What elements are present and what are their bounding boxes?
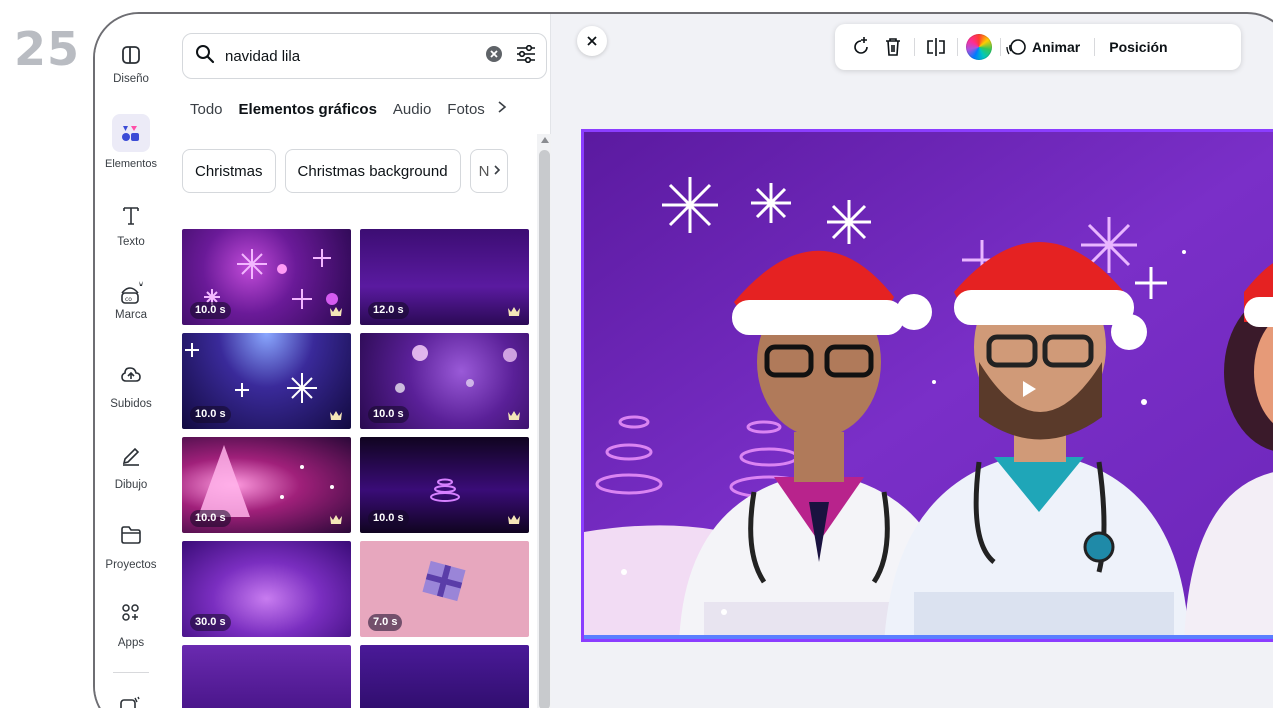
result-thumbnail[interactable] [182,645,351,708]
tab-fotos[interactable]: Fotos [447,101,485,118]
shapes-icon [112,114,150,152]
rail-item-apps[interactable]: Apps [95,598,167,649]
replace-icon[interactable] [848,34,874,60]
crown-icon [508,411,520,420]
elements-panel: Todo Elementos gráficos Audio Fotos Chri… [167,14,551,708]
duration-badge: 12.0 s [368,302,409,319]
folder-icon [116,520,146,550]
crown-icon [330,515,342,524]
toolbar-divider [1000,38,1001,56]
brand-icon: co [116,277,146,307]
toolbar-divider [914,38,915,56]
duration-badge: 10.0 s [190,510,231,527]
duration-badge: 10.0 s [368,510,409,527]
rail-label: Elementos [105,158,157,170]
tab-elementos-graficos[interactable]: Elementos gráficos [239,101,377,118]
video-progress-bar [584,635,1273,639]
chip-partial-label: N [478,162,490,180]
flip-icon[interactable] [923,34,949,60]
duration-badge: 30.0 s [190,614,231,631]
toolbar-divider [957,38,958,56]
result-thumbnail[interactable]: 12.0 s [360,229,529,325]
crown-icon [508,307,520,316]
duration-badge: 10.0 s [190,302,231,319]
chip-christmas-background[interactable]: Christmas background [284,149,461,193]
scroll-up-arrow-icon[interactable] [540,136,550,144]
animate-label: Animar [1032,39,1081,55]
duration-badge: 10.0 s [368,406,409,423]
left-rail: Diseño Elementos Texto co Marca Subidos … [95,14,167,708]
result-thumbnail[interactable]: 30.0 s [182,541,351,637]
trash-icon[interactable] [880,34,906,60]
result-thumbnail[interactable]: 10.0 s [182,229,351,325]
rail-item-elementos[interactable]: Elementos [95,114,167,170]
rail-label: Proyectos [105,559,157,571]
search-icon [195,44,215,69]
rail-item-texto[interactable]: Texto [95,200,167,248]
play-icon[interactable] [1014,377,1044,401]
close-icon [587,36,597,46]
tab-todo[interactable]: Todo [190,101,223,118]
text-icon [116,200,146,230]
duration-badge: 7.0 s [368,614,403,631]
rail-divider [113,672,149,673]
result-thumbnail[interactable]: 10.0 s [360,333,529,429]
color-picker-icon[interactable] [966,34,992,60]
position-button[interactable]: Posición [1109,39,1167,55]
svg-text:co: co [125,296,132,303]
animate-button[interactable]: Animar [1006,37,1080,57]
pen-icon [116,440,146,470]
suggestion-chips: Christmas Christmas background N [182,149,517,193]
result-thumbnail[interactable]: 10.0 s [360,437,529,533]
apps-icon [116,598,146,628]
filter-sliders-icon[interactable] [516,44,536,68]
rail-label: Subidos [110,398,152,410]
doctors-christmas-illustration [584,132,1273,639]
result-thumbnail[interactable] [360,645,529,708]
rail-label: Texto [117,236,145,248]
duration-badge: 10.0 s [190,406,231,423]
crown-icon [330,307,342,316]
editor-window: Diseño Elementos Texto co Marca Subidos … [93,12,1273,708]
rail-item-subidos[interactable]: Subidos [95,360,167,410]
rail-label: Apps [117,637,145,649]
screenshot: 25 Diseño Elementos Texto co Marca Subid… [0,0,1273,708]
crown-icon [330,411,342,420]
rail-label: Dibujo [114,479,148,491]
scrollbar-thumb[interactable] [539,150,550,708]
rail-item-diseno[interactable]: Diseño [95,40,167,85]
layout-icon [116,40,146,70]
chevron-right-icon [493,163,501,180]
search-box[interactable] [182,33,547,79]
tab-audio[interactable]: Audio [393,101,431,118]
chevron-right-icon[interactable] [497,100,507,118]
clear-search-icon[interactable] [486,45,502,67]
close-panel-button[interactable] [577,26,607,56]
result-tabs: Todo Elementos gráficos Audio Fotos [190,100,507,118]
step-number: 25 [14,22,81,76]
magic-icon[interactable] [119,696,141,708]
rail-item-dibujo[interactable]: Dibujo [95,440,167,491]
animate-icon [1006,39,1026,55]
result-thumbnail[interactable]: 10.0 s [182,333,351,429]
chip-partial[interactable]: N [469,149,508,193]
rail-label: Marca [115,309,147,321]
rail-label: Diseño [113,73,149,85]
context-toolbar: Animar Posición [835,24,1241,70]
result-thumbnail[interactable]: 7.0 s [360,541,529,637]
toolbar-divider [1094,38,1096,56]
chip-christmas[interactable]: Christmas [182,149,276,193]
rail-item-proyectos[interactable]: Proyectos [95,520,167,571]
rail-item-marca[interactable]: co Marca [95,277,167,321]
cloud-upload-icon [116,360,146,390]
result-thumbnail[interactable]: 10.0 s [182,437,351,533]
search-input[interactable] [225,47,486,65]
crown-icon [508,515,520,524]
selected-video-element[interactable] [581,129,1273,642]
